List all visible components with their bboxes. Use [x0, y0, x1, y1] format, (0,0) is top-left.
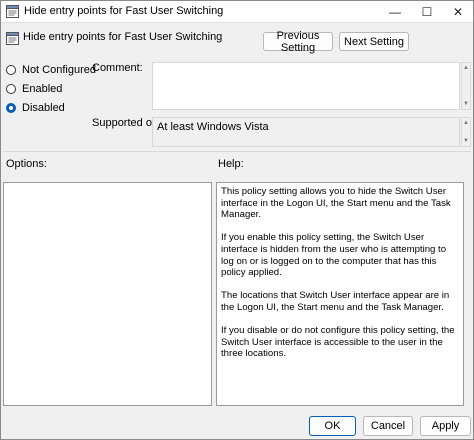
- comment-label: Comment:: [92, 62, 143, 74]
- radio-label: Disabled: [22, 102, 65, 114]
- policy-title: Hide entry points for Fast User Switchin…: [23, 31, 223, 43]
- help-label: Help:: [218, 158, 244, 170]
- help-scrollbar[interactable]: [464, 182, 473, 406]
- scroll-up-icon: ▲: [463, 65, 469, 71]
- minimize-button[interactable]: —: [379, 1, 411, 22]
- ok-button[interactable]: OK: [309, 416, 356, 436]
- apply-button[interactable]: Apply: [420, 416, 471, 436]
- radio-disabled[interactable]: Disabled: [6, 102, 65, 114]
- radio-not-configured[interactable]: Not Configured: [6, 64, 96, 76]
- options-panel: [3, 182, 212, 406]
- help-paragraph: The locations that Switch User interface…: [221, 290, 450, 313]
- scroll-up-icon: ▲: [463, 120, 469, 126]
- policy-settings-icon: [6, 5, 19, 18]
- radio-label: Enabled: [22, 83, 63, 95]
- title-bar[interactable]: Hide entry points for Fast User Switchin…: [1, 1, 473, 23]
- minimize-icon: —: [389, 4, 401, 19]
- supported-on-scrollbar[interactable]: ▲ ▼: [461, 117, 471, 147]
- radio-enabled[interactable]: Enabled: [6, 83, 62, 95]
- cancel-button[interactable]: Cancel: [363, 416, 413, 436]
- help-paragraph: If you disable or do not configure this …: [221, 325, 455, 360]
- policy-dialog-window: Hide entry points for Fast User Switchin…: [0, 0, 474, 440]
- close-icon: ✕: [452, 4, 464, 19]
- scroll-down-icon: ▼: [463, 101, 469, 107]
- help-paragraph: If you enable this policy setting, the S…: [221, 232, 447, 279]
- comment-scrollbar[interactable]: ▲ ▼: [461, 62, 471, 110]
- supported-on-label: Supported on:: [92, 117, 162, 129]
- radio-button[interactable]: [6, 65, 16, 75]
- maximize-icon: ☐: [421, 4, 433, 19]
- close-button[interactable]: ✕: [443, 1, 473, 22]
- help-text-panel: This policy setting allows you to hide t…: [216, 182, 464, 406]
- maximize-button[interactable]: ☐: [411, 1, 443, 22]
- radio-button-selected[interactable]: [6, 103, 16, 113]
- options-label: Options:: [6, 158, 47, 170]
- supported-on-value: At least Windows Vista: [152, 117, 460, 147]
- radio-button[interactable]: [6, 84, 16, 94]
- window-title: Hide entry points for Fast User Switchin…: [24, 5, 224, 17]
- previous-setting-button[interactable]: Previous Setting: [263, 30, 333, 54]
- help-paragraph: This policy setting allows you to hide t…: [221, 186, 451, 221]
- next-setting-button[interactable]: Next Setting: [339, 32, 409, 51]
- radio-label: Not Configured: [22, 64, 96, 76]
- comment-textarea[interactable]: [152, 62, 460, 110]
- section-divider: [3, 151, 471, 152]
- policy-settings-icon: [6, 32, 19, 45]
- scroll-down-icon: ▼: [463, 138, 469, 144]
